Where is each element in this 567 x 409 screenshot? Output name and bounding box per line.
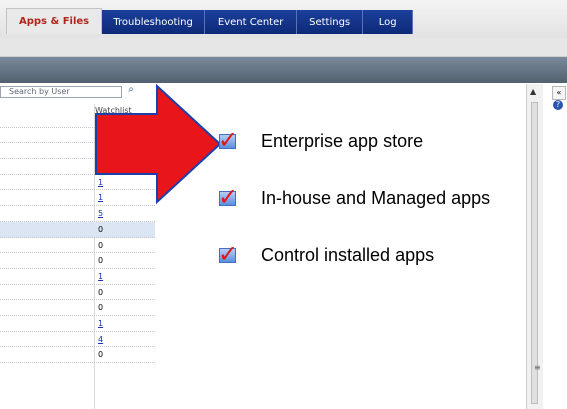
- table-row[interactable]: 4: [0, 332, 155, 348]
- table-row[interactable]: 0: [0, 285, 155, 301]
- watchlist-count: 0: [98, 240, 104, 250]
- scroll-thumb[interactable]: ≡: [531, 102, 541, 404]
- table-row[interactable]: 5: [0, 206, 155, 222]
- checkmark-icon: ✓: [218, 183, 239, 211]
- tab-event-center[interactable]: Event Center: [205, 10, 298, 34]
- watchlist-count[interactable]: 5: [98, 209, 103, 218]
- checklist-item-inhouse-managed-apps: ✓ In-house and Managed apps: [218, 185, 491, 209]
- table-row[interactable]: 0: [0, 238, 155, 254]
- red-arrow-icon: [95, 84, 222, 205]
- vertical-scrollbar[interactable]: ▲ ≡: [526, 84, 543, 409]
- watchlist-count[interactable]: 4: [98, 335, 103, 344]
- help-icon[interactable]: ?: [553, 100, 563, 110]
- checklist-label: Control installed apps: [261, 245, 435, 265]
- tab-settings[interactable]: Settings: [297, 10, 364, 34]
- checkmark-icon: ✓: [218, 126, 239, 154]
- table-row[interactable]: 0: [0, 347, 155, 363]
- watchlist-count: 0: [98, 350, 104, 360]
- table-row[interactable]: 0: [0, 300, 155, 316]
- table-row[interactable]: 0: [0, 221, 155, 238]
- tab-apps-files[interactable]: Apps & Files: [6, 8, 103, 34]
- watchlist-count[interactable]: 1: [98, 319, 103, 328]
- checklist-label: Enterprise app store: [261, 131, 424, 151]
- table-row[interactable]: 1: [0, 316, 155, 332]
- checkbox-icon: ✓: [218, 128, 238, 152]
- checklist-item-control-installed-apps: ✓ Control installed apps: [218, 242, 435, 266]
- arrow-shape: [95, 84, 222, 205]
- watchlist-count: 0: [98, 256, 104, 266]
- watchlist-count: 0: [98, 287, 104, 297]
- watchlist-count[interactable]: 1: [98, 272, 103, 281]
- watchlist-count: 0: [98, 224, 104, 234]
- tab-strip: Apps & Files Troubleshooting Event Cente…: [6, 8, 414, 38]
- checkbox-icon: ✓: [218, 242, 238, 266]
- collapse-panel-button[interactable]: «: [552, 86, 566, 100]
- tab-log[interactable]: Log: [363, 10, 414, 34]
- header-band: [0, 57, 567, 83]
- scroll-grip-icon: ≡: [534, 363, 541, 372]
- tab-troubleshooting[interactable]: Troubleshooting: [102, 10, 206, 34]
- watchlist-count: 0: [98, 303, 104, 313]
- toolbar-strip: [0, 38, 567, 57]
- scroll-up-icon[interactable]: ▲: [530, 87, 536, 96]
- checkbox-icon: ✓: [218, 185, 238, 209]
- checklist-label: In-house and Managed apps: [261, 188, 491, 208]
- checklist-item-enterprise-app-store: ✓ Enterprise app store: [218, 128, 424, 152]
- checkmark-icon: ✓: [218, 240, 239, 268]
- table-row[interactable]: 0: [0, 253, 155, 269]
- table-row[interactable]: 1: [0, 269, 155, 285]
- top-tab-bar: Apps & Files Troubleshooting Event Cente…: [0, 0, 567, 38]
